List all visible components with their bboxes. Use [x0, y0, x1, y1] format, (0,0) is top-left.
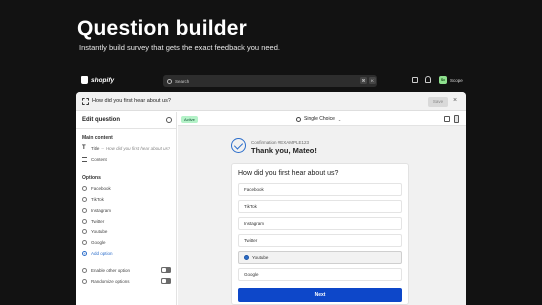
avatar[interactable]: Sc [439, 76, 447, 84]
options-label: Options [82, 175, 101, 181]
option-row[interactable]: Instagram [82, 206, 174, 214]
close-icon[interactable]: × [453, 97, 457, 105]
choice-label: Instagram [244, 220, 265, 226]
survey-question: How did you first hear about us? [238, 170, 339, 177]
chevron-down-icon: ⌄ [337, 116, 342, 122]
choice-label: Youtube [252, 254, 269, 260]
content-row-label: Content [91, 156, 107, 162]
brand-name: shopify [91, 76, 115, 84]
admin-topbar: shopify Search ⌘ K Sc Scope [77, 73, 466, 90]
store-name[interactable]: Scope [450, 78, 463, 83]
title-row-value: How did you first hear about us? [105, 145, 171, 151]
option-label: Youtube [91, 228, 108, 234]
option-label: Instagram [91, 207, 112, 213]
preview-panel: Active Single Choice ⌄ Confirmation #EXA… [178, 112, 466, 305]
gear-icon[interactable] [166, 117, 172, 123]
radio-selected-icon [244, 255, 249, 260]
choice-option[interactable]: Facebook [238, 183, 402, 196]
option-label: Facebook [91, 185, 111, 191]
randomize-toggle[interactable] [161, 278, 171, 284]
page-title: Question builder [77, 17, 248, 40]
title-row[interactable]: T Title – How did you first hear about u… [82, 144, 174, 152]
title-row-label: Title [91, 145, 100, 151]
divider [76, 128, 177, 129]
choice-label: TikTok [244, 203, 257, 209]
check-circle-icon [296, 116, 301, 122]
radio-icon [82, 218, 87, 224]
choice-option[interactable]: Google [238, 268, 402, 281]
desktop-icon[interactable] [444, 116, 450, 122]
page-subtitle: Instantly build survey that gets the exa… [79, 43, 280, 52]
enable-other-label: Enable other option [91, 267, 131, 273]
option-row[interactable]: Google [82, 238, 174, 246]
option-row[interactable]: Youtube [82, 227, 174, 235]
radio-icon [82, 207, 87, 213]
radio-icon [82, 196, 87, 202]
choice-option[interactable]: Instagram [238, 217, 402, 230]
dotted-grid-icon [82, 98, 89, 105]
store-icon[interactable] [412, 77, 418, 83]
main-content-label: Main content [82, 135, 113, 141]
option-label: Twitter [91, 218, 105, 224]
text-icon: T [82, 144, 86, 151]
randomize-label: Randomize options [91, 278, 130, 284]
settings-icon [82, 267, 87, 273]
mobile-icon[interactable] [454, 115, 459, 123]
bell-icon[interactable] [425, 76, 431, 83]
shuffle-icon [82, 278, 87, 284]
question-type-label: Single Choice [304, 116, 335, 122]
option-row[interactable]: TikTok [82, 195, 174, 203]
shopify-bag-icon [81, 76, 88, 84]
search-icon [167, 78, 172, 84]
choice-label: Twitter [244, 237, 258, 243]
edit-heading: Edit question [82, 117, 120, 123]
edit-panel: Edit question Main content T Title – How… [76, 112, 177, 305]
shortcut-k-key: K [369, 77, 376, 84]
question-type-select[interactable]: Single Choice ⌄ [296, 116, 341, 122]
confirmation-id: Confirmation #EXAMPLE123 [251, 140, 310, 145]
next-button[interactable]: Next [238, 288, 402, 302]
check-circle-icon [231, 138, 246, 153]
title-row-dash: – [101, 145, 104, 151]
option-row[interactable]: Facebook [82, 184, 174, 192]
status-badge: Active [181, 116, 198, 123]
preview-toolbar: Active Single Choice ⌄ [178, 112, 466, 126]
option-label: TikTok [91, 196, 104, 202]
thank-you-heading: Thank you, Mateo! [251, 146, 317, 155]
shortcut-cmd-key: ⌘ [360, 77, 367, 84]
choice-label: Facebook [244, 186, 264, 192]
option-label: Google [91, 239, 106, 245]
add-option-button[interactable]: + Add option [82, 249, 174, 257]
choice-option[interactable]: Twitter [238, 234, 402, 247]
window-title: How did you first hear about us? [92, 98, 171, 104]
option-row[interactable]: Twitter [82, 217, 174, 225]
question-builder-window: How did you first hear about us? Save × … [76, 92, 466, 305]
search-placeholder: Search [175, 78, 190, 84]
radio-icon [82, 239, 87, 245]
shopify-logo[interactable]: shopify [81, 76, 114, 84]
choice-option[interactable]: TikTok [238, 200, 402, 213]
choice-option-selected[interactable]: Youtube [238, 251, 402, 264]
plus-icon: + [82, 250, 87, 256]
search-input[interactable]: Search ⌘ K [163, 75, 377, 87]
randomize-row: Randomize options [82, 277, 174, 285]
radio-icon [82, 185, 87, 191]
survey-card: How did you first hear about us? Faceboo… [231, 163, 409, 305]
choice-label: Google [244, 271, 259, 277]
content-row[interactable]: Content [82, 155, 174, 163]
paragraph-icon [82, 156, 87, 162]
enable-other-row: Enable other option [82, 266, 174, 274]
window-header: How did you first hear about us? Save × [76, 92, 466, 111]
enable-other-toggle[interactable] [161, 267, 171, 273]
save-button[interactable]: Save [428, 97, 448, 107]
add-option-label: Add option [91, 250, 113, 256]
radio-icon [82, 228, 87, 234]
